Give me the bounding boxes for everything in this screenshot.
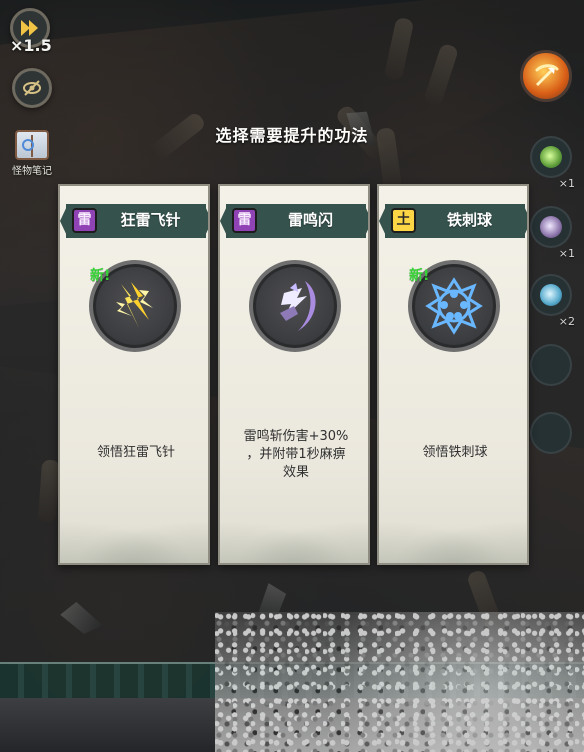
card-description: 领悟铁刺球 <box>422 445 488 460</box>
equipment-slot-2[interactable]: ×1 <box>530 206 575 260</box>
iron-spike-ball-icon <box>425 277 483 335</box>
card-skill-name: 雷鸣闪 <box>287 211 333 229</box>
water-orb-icon <box>540 284 562 306</box>
visibility-toggle-button[interactable] <box>12 68 52 108</box>
shadow-strike-icon <box>540 216 562 238</box>
slot-count-1: ×1 <box>558 177 575 190</box>
skill-card-1[interactable]: 雷 狂雷飞针 新! 领悟狂雷飞针 <box>58 184 210 565</box>
empty-slot-2[interactable] <box>530 412 572 454</box>
speed-label: ×1.5 <box>10 36 52 55</box>
new-badge: 新! <box>90 268 111 284</box>
slot-count-2: ×1 <box>558 247 575 260</box>
card-header: 雷 雷鸣闪 <box>226 204 366 238</box>
slot-count-3: ×2 <box>558 315 575 328</box>
pixel-noise-overlay <box>215 612 584 752</box>
card-skill-name: 狂雷飞针 <box>120 211 181 229</box>
card-description: 雷鸣斩伤害+30% ，并附带1秒麻痹 效果 <box>243 429 349 480</box>
thunder-needle-icon <box>116 282 153 328</box>
card-header: 雷 狂雷飞针 <box>66 204 206 238</box>
card-header: 土 铁刺球 <box>385 204 525 238</box>
sword-slash-icon <box>535 64 559 86</box>
thunder-slash-medallion <box>249 260 341 352</box>
skill-card-2[interactable]: 雷 雷鸣闪 雷鸣斩伤害+30% ，并附带1秒麻痹 效果 <box>218 184 370 565</box>
earth-element-icon: 土 <box>391 208 416 233</box>
card-description: 领悟狂雷飞针 <box>96 445 175 460</box>
dialog-title: 选择需要提升的功法 <box>215 126 369 145</box>
green-blades-icon <box>540 146 562 168</box>
bestiary-label: 怪物笔记 <box>12 166 52 177</box>
new-badge: 新! <box>409 268 430 284</box>
thunder-slash-icon <box>280 281 316 331</box>
special-skill-button[interactable] <box>520 50 572 102</box>
empty-slot-1[interactable] <box>530 344 572 386</box>
equipment-slot-3[interactable]: ×2 <box>530 274 575 328</box>
thunder-element-icon: 雷 <box>232 208 257 233</box>
card-skill-name: 铁刺球 <box>446 211 492 229</box>
skill-card-3[interactable]: 土 铁刺球 新! 领悟铁刺球 <box>377 184 529 565</box>
eye-off-icon <box>23 80 41 96</box>
thunder-element-icon: 雷 <box>72 208 97 233</box>
